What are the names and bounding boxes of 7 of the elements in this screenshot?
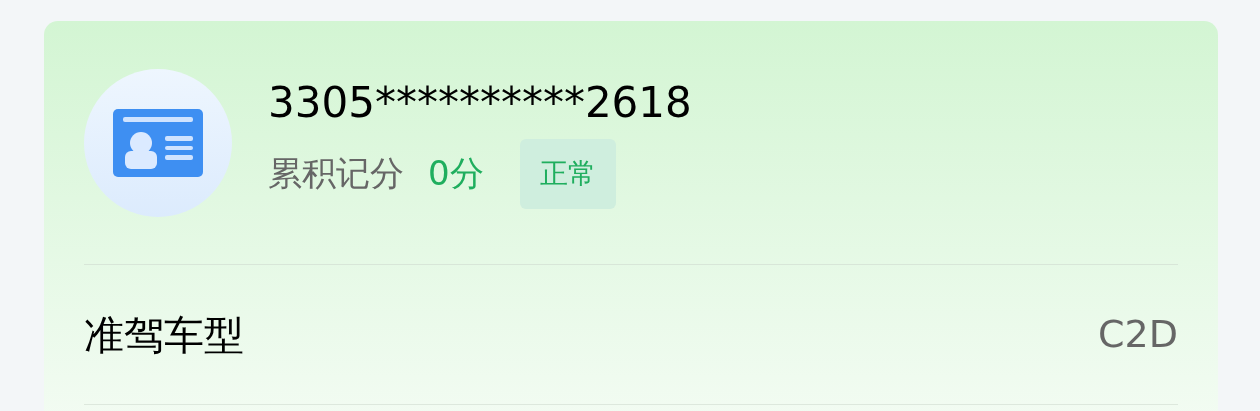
license-number: 3305**********2618 (268, 76, 692, 129)
row-label: 准驾车型 (84, 310, 244, 360)
row-value: C2D (1098, 311, 1178, 358)
id-card-icon (113, 108, 203, 177)
status-badge: 正常 (519, 138, 616, 209)
points-label: 累积记分 (268, 152, 404, 195)
points-value: 0分 (428, 152, 484, 195)
